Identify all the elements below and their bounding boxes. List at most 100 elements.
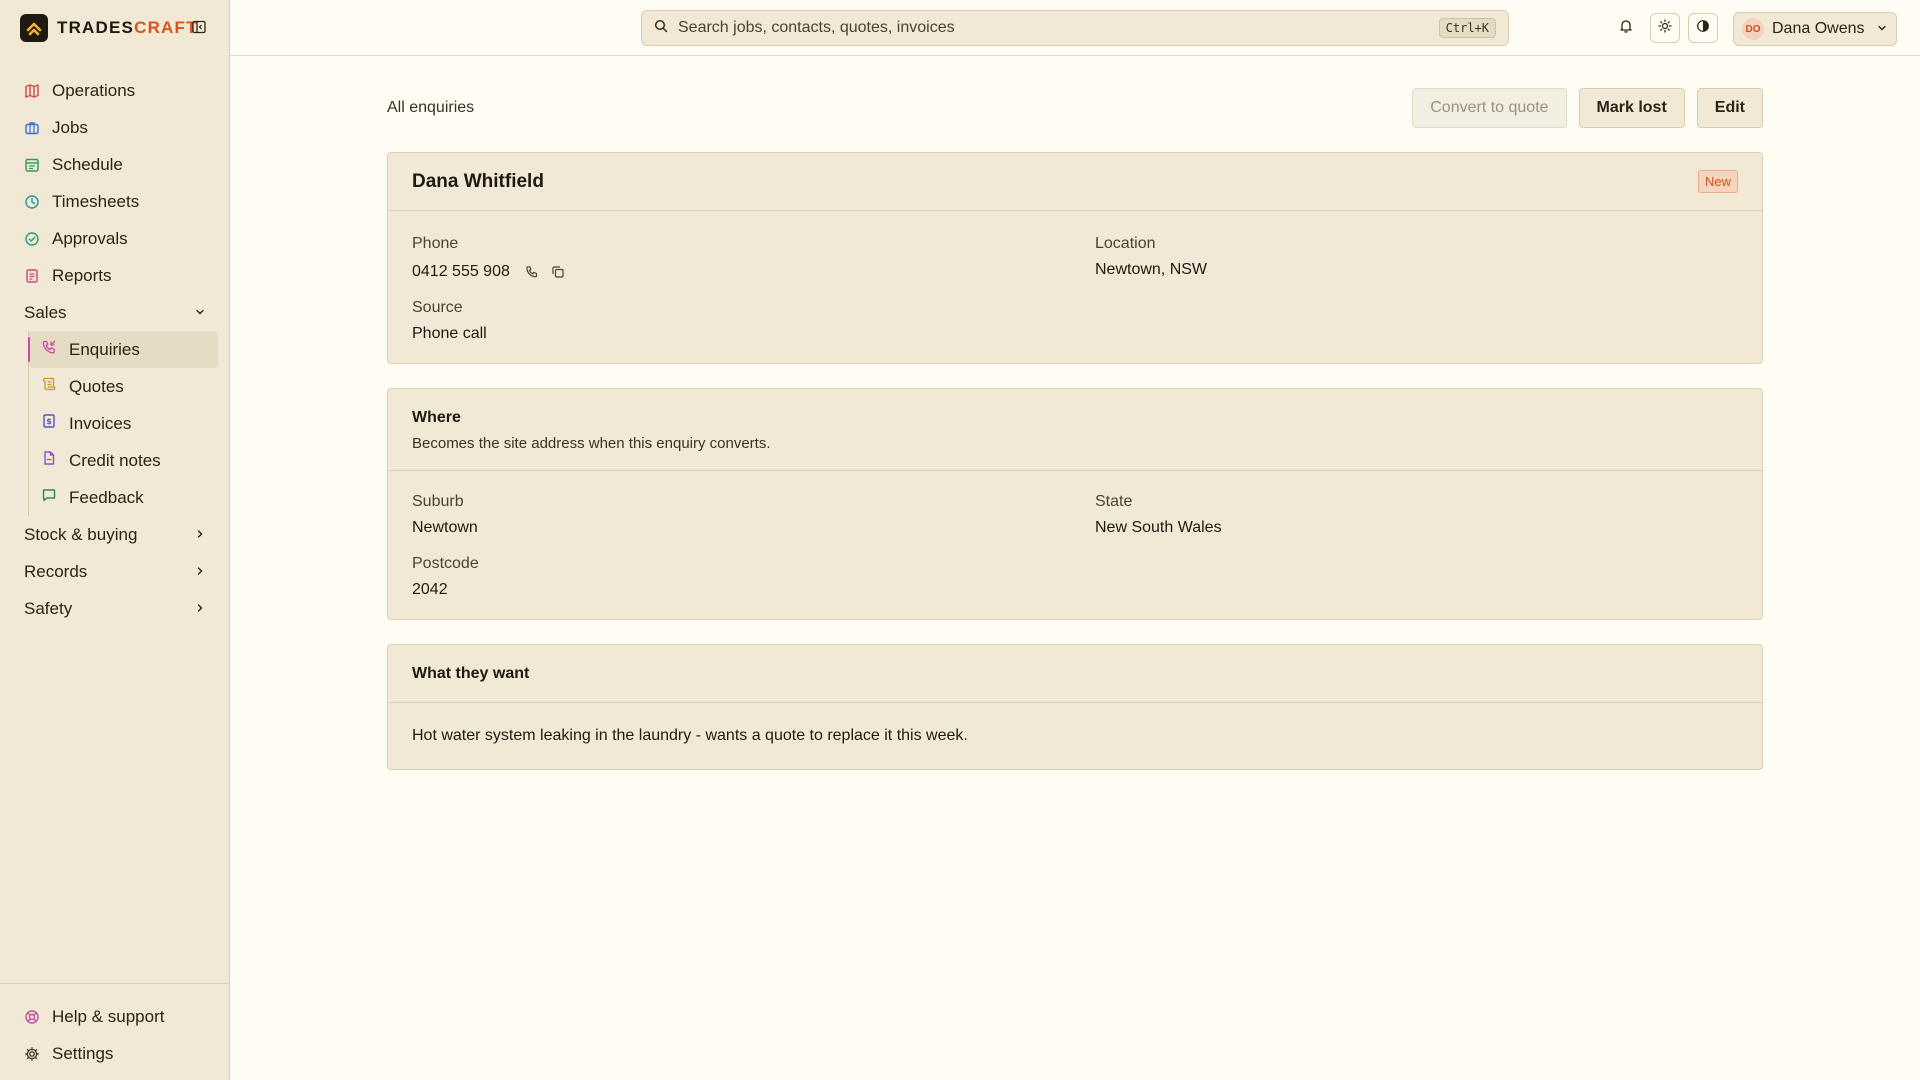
notifications-button[interactable] (1611, 13, 1641, 43)
breadcrumb[interactable]: All enquiries (387, 99, 474, 117)
search-shortcut: Ctrl+K (1438, 18, 1496, 38)
mark-lost-button[interactable]: Mark lost (1578, 88, 1685, 128)
page-header: All enquiries Convert to quote Mark lost… (387, 88, 1763, 128)
postcode-value: 2042 (412, 581, 448, 598)
user-menu-button[interactable]: DO Dana Owens (1733, 12, 1897, 46)
sidebar-item-label: Enquiries (69, 339, 140, 359)
scroll-icon (41, 376, 57, 397)
sidebar-item-label: Feedback (69, 487, 144, 507)
convert-to-quote-button[interactable]: Convert to quote (1412, 88, 1567, 128)
want-card-header: What they want (388, 645, 1762, 703)
user-name: Dana Owens (1772, 20, 1865, 37)
source-value: Phone call (412, 325, 487, 342)
topbar: Ctrl+K DO Dana Owens (230, 0, 1920, 56)
where-card: Where Becomes the site address when this… (387, 388, 1763, 620)
chevron-down-icon (194, 303, 206, 323)
location-label: Location (1095, 235, 1156, 252)
sidebar-item-label: Timesheets (52, 191, 140, 211)
sidebar-group-safety[interactable]: Safety (0, 590, 230, 627)
page-actions: Convert to quote Mark lost Edit (1412, 88, 1763, 128)
theme-toggle-button[interactable] (1650, 13, 1680, 43)
report-icon (24, 268, 40, 284)
search-input[interactable] (678, 19, 1429, 37)
sidebar-group-sales[interactable]: Sales (0, 294, 230, 331)
clock-icon (24, 194, 40, 210)
copy-icon[interactable] (550, 264, 566, 280)
phone-label: Phone (412, 235, 459, 252)
sidebar-item-timesheets[interactable]: Timesheets (0, 183, 230, 220)
state-value: New South Wales (1095, 519, 1222, 536)
contact-name: Dana Whitfield (412, 170, 544, 192)
contact-card-header: Dana Whitfield New (388, 153, 1762, 211)
status-badge: New (1697, 170, 1738, 193)
sidebar-item-invoices[interactable]: $ Invoices (29, 405, 218, 442)
sidebar-collapse-icon[interactable] (190, 18, 208, 36)
chevron-right-icon (194, 599, 206, 619)
sidebar-item-label: Help & support (52, 1006, 165, 1026)
source-label: Source (412, 299, 463, 316)
svg-text:$: $ (46, 417, 52, 426)
sidebar-item-label: Quotes (69, 376, 124, 396)
message-icon (41, 487, 57, 508)
sidebar-item-reports[interactable]: Reports (0, 257, 230, 294)
postcode-field: Postcode 2042 (412, 555, 1095, 599)
sidebar-group-label: Stock & buying (24, 524, 138, 544)
state-label: State (1095, 493, 1133, 510)
contact-details: Phone 0412 555 908 Location Newtown, NSW… (388, 211, 1762, 363)
sidebar: TRADESCRAFT Operations Jobs Schedule Tim… (0, 0, 230, 1080)
state-field: State New South Wales (1095, 493, 1738, 537)
location-value: Newtown, NSW (1095, 261, 1208, 278)
phone-incoming-icon (41, 339, 57, 360)
phone-icon[interactable] (524, 264, 540, 280)
location-field: Location Newtown, NSW (1095, 235, 1738, 281)
logo-icon (20, 14, 48, 42)
where-description: Becomes the site address when this enqui… (412, 435, 771, 452)
file-icon (41, 450, 57, 471)
sidebar-group-stock-buying[interactable]: Stock & buying (0, 516, 230, 553)
chevron-right-icon (194, 525, 206, 545)
phone-value-row: 0412 555 908 (412, 263, 1095, 281)
sidebar-group-records[interactable]: Records (0, 553, 230, 590)
sidebar-item-settings[interactable]: Settings (0, 1035, 230, 1072)
sidebar-item-schedule[interactable]: Schedule (0, 146, 230, 183)
postcode-label: Postcode (412, 555, 479, 572)
sidebar-item-label: Invoices (69, 413, 132, 433)
sidebar-item-operations[interactable]: Operations (0, 72, 230, 109)
sidebar-group-label: Sales (24, 302, 67, 322)
chevron-down-icon (1876, 19, 1888, 39)
invoice-icon: $ (41, 413, 57, 434)
where-card-header: Where Becomes the site address when this… (388, 389, 1762, 471)
bell-icon (1618, 18, 1634, 39)
brand[interactable]: TRADESCRAFT (20, 13, 198, 43)
sidebar-item-label: Schedule (52, 154, 123, 174)
want-card: What they want Hot water system leaking … (387, 644, 1763, 770)
sidebar-group-label: Records (24, 561, 88, 581)
suburb-field: Suburb Newtown (412, 493, 1095, 537)
brand-name: TRADESCRAFT (57, 18, 198, 37)
phone-value: 0412 555 908 (412, 263, 510, 280)
sidebar-item-enquiries[interactable]: Enquiries (28, 331, 218, 368)
chevron-right-icon (194, 562, 206, 582)
sidebar-item-help[interactable]: Help & support (0, 998, 230, 1035)
want-title: What they want (412, 664, 530, 682)
edit-button[interactable]: Edit (1696, 88, 1763, 128)
search-icon (654, 18, 668, 38)
sidebar-footer: Help & support Settings (0, 983, 230, 1080)
global-search[interactable]: Ctrl+K (641, 10, 1509, 46)
sidebar-item-approvals[interactable]: Approvals (0, 220, 230, 257)
sidebar-item-jobs[interactable]: Jobs (0, 109, 230, 146)
phone-field: Phone 0412 555 908 (412, 235, 1095, 281)
where-title: Where (412, 409, 461, 426)
sidebar-nav: Operations Jobs Schedule Timesheets Appr… (0, 72, 230, 627)
lifebuoy-icon (24, 1009, 40, 1025)
sales-submenu: Enquiries Quotes $ Invoices Credit notes… (28, 331, 230, 516)
sun-icon (1658, 18, 1672, 38)
where-details: Suburb Newtown State New South Wales Pos… (388, 471, 1762, 619)
sidebar-item-label: Jobs (52, 117, 88, 137)
sidebar-item-credit-notes[interactable]: Credit notes (29, 442, 218, 479)
source-field: Source Phone call (412, 299, 1095, 343)
gear-icon (24, 1046, 40, 1062)
sidebar-item-quotes[interactable]: Quotes (29, 368, 218, 405)
sidebar-item-feedback[interactable]: Feedback (29, 479, 218, 516)
contrast-toggle-button[interactable] (1688, 13, 1718, 43)
